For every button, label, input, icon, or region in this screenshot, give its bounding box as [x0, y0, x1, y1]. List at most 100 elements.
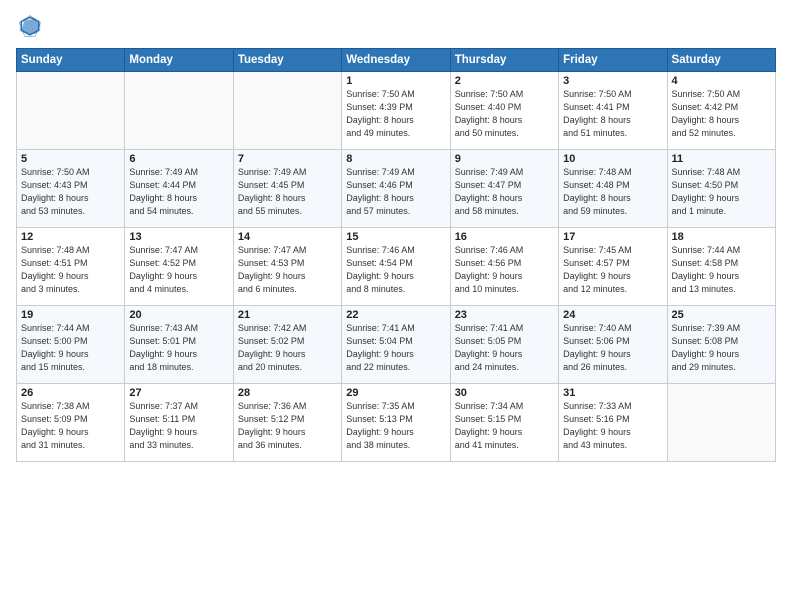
day-number: 30 [455, 387, 554, 399]
day-info: Sunrise: 7:50 AM Sunset: 4:39 PM Dayligh… [346, 88, 445, 140]
weekday-header-thursday: Thursday [450, 49, 558, 72]
calendar-cell: 12Sunrise: 7:48 AM Sunset: 4:51 PM Dayli… [17, 228, 125, 306]
day-info: Sunrise: 7:46 AM Sunset: 4:54 PM Dayligh… [346, 244, 445, 296]
weekday-header-wednesday: Wednesday [342, 49, 450, 72]
day-number: 18 [672, 231, 771, 243]
calendar-week-5: 26Sunrise: 7:38 AM Sunset: 5:09 PM Dayli… [17, 384, 776, 462]
day-number: 13 [129, 231, 228, 243]
day-info: Sunrise: 7:40 AM Sunset: 5:06 PM Dayligh… [563, 322, 662, 374]
header [16, 12, 776, 40]
day-number: 29 [346, 387, 445, 399]
day-info: Sunrise: 7:42 AM Sunset: 5:02 PM Dayligh… [238, 322, 337, 374]
calendar-cell: 11Sunrise: 7:48 AM Sunset: 4:50 PM Dayli… [667, 150, 775, 228]
day-info: Sunrise: 7:43 AM Sunset: 5:01 PM Dayligh… [129, 322, 228, 374]
day-info: Sunrise: 7:47 AM Sunset: 4:53 PM Dayligh… [238, 244, 337, 296]
calendar-cell: 4Sunrise: 7:50 AM Sunset: 4:42 PM Daylig… [667, 72, 775, 150]
calendar-cell [667, 384, 775, 462]
calendar-cell: 22Sunrise: 7:41 AM Sunset: 5:04 PM Dayli… [342, 306, 450, 384]
day-info: Sunrise: 7:49 AM Sunset: 4:45 PM Dayligh… [238, 166, 337, 218]
weekday-header-friday: Friday [559, 49, 667, 72]
day-number: 4 [672, 75, 771, 87]
day-info: Sunrise: 7:44 AM Sunset: 4:58 PM Dayligh… [672, 244, 771, 296]
calendar-cell: 3Sunrise: 7:50 AM Sunset: 4:41 PM Daylig… [559, 72, 667, 150]
day-info: Sunrise: 7:48 AM Sunset: 4:48 PM Dayligh… [563, 166, 662, 218]
calendar-cell: 2Sunrise: 7:50 AM Sunset: 4:40 PM Daylig… [450, 72, 558, 150]
day-number: 27 [129, 387, 228, 399]
calendar-cell: 1Sunrise: 7:50 AM Sunset: 4:39 PM Daylig… [342, 72, 450, 150]
day-info: Sunrise: 7:49 AM Sunset: 4:47 PM Dayligh… [455, 166, 554, 218]
day-info: Sunrise: 7:39 AM Sunset: 5:08 PM Dayligh… [672, 322, 771, 374]
day-number: 9 [455, 153, 554, 165]
day-number: 19 [21, 309, 120, 321]
calendar-cell: 26Sunrise: 7:38 AM Sunset: 5:09 PM Dayli… [17, 384, 125, 462]
calendar-cell [125, 72, 233, 150]
page: SundayMondayTuesdayWednesdayThursdayFrid… [0, 0, 792, 612]
weekday-header-sunday: Sunday [17, 49, 125, 72]
day-info: Sunrise: 7:45 AM Sunset: 4:57 PM Dayligh… [563, 244, 662, 296]
day-number: 7 [238, 153, 337, 165]
day-number: 16 [455, 231, 554, 243]
day-number: 20 [129, 309, 228, 321]
day-number: 5 [21, 153, 120, 165]
day-number: 3 [563, 75, 662, 87]
calendar-cell: 10Sunrise: 7:48 AM Sunset: 4:48 PM Dayli… [559, 150, 667, 228]
logo-icon [16, 12, 44, 40]
day-info: Sunrise: 7:50 AM Sunset: 4:40 PM Dayligh… [455, 88, 554, 140]
day-info: Sunrise: 7:33 AM Sunset: 5:16 PM Dayligh… [563, 400, 662, 452]
day-info: Sunrise: 7:49 AM Sunset: 4:46 PM Dayligh… [346, 166, 445, 218]
day-info: Sunrise: 7:50 AM Sunset: 4:43 PM Dayligh… [21, 166, 120, 218]
calendar-cell: 19Sunrise: 7:44 AM Sunset: 5:00 PM Dayli… [17, 306, 125, 384]
calendar-cell: 31Sunrise: 7:33 AM Sunset: 5:16 PM Dayli… [559, 384, 667, 462]
calendar-cell: 29Sunrise: 7:35 AM Sunset: 5:13 PM Dayli… [342, 384, 450, 462]
calendar-week-3: 12Sunrise: 7:48 AM Sunset: 4:51 PM Dayli… [17, 228, 776, 306]
calendar-week-2: 5Sunrise: 7:50 AM Sunset: 4:43 PM Daylig… [17, 150, 776, 228]
day-info: Sunrise: 7:37 AM Sunset: 5:11 PM Dayligh… [129, 400, 228, 452]
calendar-cell: 20Sunrise: 7:43 AM Sunset: 5:01 PM Dayli… [125, 306, 233, 384]
calendar-cell: 7Sunrise: 7:49 AM Sunset: 4:45 PM Daylig… [233, 150, 341, 228]
day-number: 10 [563, 153, 662, 165]
weekday-header-tuesday: Tuesday [233, 49, 341, 72]
calendar-cell: 30Sunrise: 7:34 AM Sunset: 5:15 PM Dayli… [450, 384, 558, 462]
calendar-table: SundayMondayTuesdayWednesdayThursdayFrid… [16, 48, 776, 462]
calendar-cell: 23Sunrise: 7:41 AM Sunset: 5:05 PM Dayli… [450, 306, 558, 384]
day-info: Sunrise: 7:50 AM Sunset: 4:42 PM Dayligh… [672, 88, 771, 140]
day-number: 12 [21, 231, 120, 243]
day-number: 28 [238, 387, 337, 399]
calendar-week-4: 19Sunrise: 7:44 AM Sunset: 5:00 PM Dayli… [17, 306, 776, 384]
calendar-cell: 9Sunrise: 7:49 AM Sunset: 4:47 PM Daylig… [450, 150, 558, 228]
calendar-cell: 21Sunrise: 7:42 AM Sunset: 5:02 PM Dayli… [233, 306, 341, 384]
day-info: Sunrise: 7:34 AM Sunset: 5:15 PM Dayligh… [455, 400, 554, 452]
day-number: 1 [346, 75, 445, 87]
day-info: Sunrise: 7:36 AM Sunset: 5:12 PM Dayligh… [238, 400, 337, 452]
weekday-header-saturday: Saturday [667, 49, 775, 72]
day-info: Sunrise: 7:41 AM Sunset: 5:05 PM Dayligh… [455, 322, 554, 374]
calendar-cell: 5Sunrise: 7:50 AM Sunset: 4:43 PM Daylig… [17, 150, 125, 228]
calendar-cell: 17Sunrise: 7:45 AM Sunset: 4:57 PM Dayli… [559, 228, 667, 306]
day-number: 23 [455, 309, 554, 321]
calendar-cell: 27Sunrise: 7:37 AM Sunset: 5:11 PM Dayli… [125, 384, 233, 462]
calendar-cell: 14Sunrise: 7:47 AM Sunset: 4:53 PM Dayli… [233, 228, 341, 306]
calendar-header-row: SundayMondayTuesdayWednesdayThursdayFrid… [17, 49, 776, 72]
day-number: 14 [238, 231, 337, 243]
day-number: 8 [346, 153, 445, 165]
day-number: 11 [672, 153, 771, 165]
day-number: 22 [346, 309, 445, 321]
day-number: 21 [238, 309, 337, 321]
day-info: Sunrise: 7:38 AM Sunset: 5:09 PM Dayligh… [21, 400, 120, 452]
calendar-cell: 25Sunrise: 7:39 AM Sunset: 5:08 PM Dayli… [667, 306, 775, 384]
day-info: Sunrise: 7:41 AM Sunset: 5:04 PM Dayligh… [346, 322, 445, 374]
day-info: Sunrise: 7:50 AM Sunset: 4:41 PM Dayligh… [563, 88, 662, 140]
calendar-cell [233, 72, 341, 150]
day-number: 15 [346, 231, 445, 243]
day-info: Sunrise: 7:48 AM Sunset: 4:50 PM Dayligh… [672, 166, 771, 218]
day-info: Sunrise: 7:49 AM Sunset: 4:44 PM Dayligh… [129, 166, 228, 218]
day-number: 6 [129, 153, 228, 165]
day-info: Sunrise: 7:46 AM Sunset: 4:56 PM Dayligh… [455, 244, 554, 296]
day-number: 25 [672, 309, 771, 321]
day-number: 31 [563, 387, 662, 399]
calendar-cell [17, 72, 125, 150]
calendar-cell: 16Sunrise: 7:46 AM Sunset: 4:56 PM Dayli… [450, 228, 558, 306]
calendar-cell: 8Sunrise: 7:49 AM Sunset: 4:46 PM Daylig… [342, 150, 450, 228]
day-info: Sunrise: 7:44 AM Sunset: 5:00 PM Dayligh… [21, 322, 120, 374]
calendar-cell: 18Sunrise: 7:44 AM Sunset: 4:58 PM Dayli… [667, 228, 775, 306]
